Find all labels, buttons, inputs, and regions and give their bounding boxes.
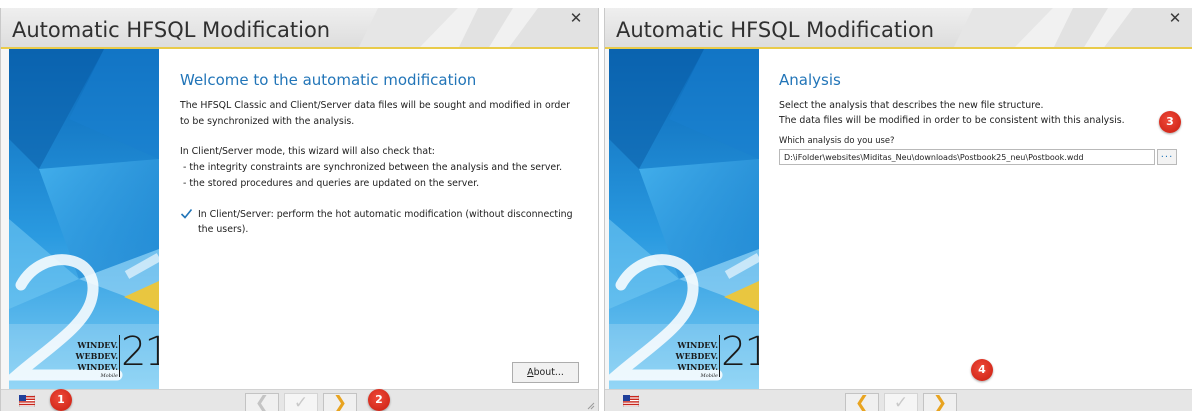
resize-grip-icon[interactable]	[587, 402, 595, 410]
product-wordmark: WINDEV. WEBDEV. WINDEV. Mobile	[658, 340, 718, 379]
checks-text: In Client/Server mode, this wizard will …	[180, 146, 563, 189]
product-wordmark: WINDEV. WEBDEV. WINDEV. Mobile	[58, 340, 118, 379]
windev-banner: WINDEV. WEBDEV. WINDEV. Mobile 21	[609, 49, 759, 389]
close-icon[interactable]: ✕	[1167, 10, 1183, 26]
brand-line-windev-mobile: WINDEV.	[77, 362, 118, 372]
chevron-right-icon: ❯	[332, 393, 348, 411]
brand-line-webdev: WEBDEV.	[75, 351, 118, 361]
brand-line-windev: WINDEV.	[77, 340, 118, 350]
navigation-bar: ❮ ✓ ❯	[1, 389, 598, 411]
window-title: Automatic HFSQL Modification	[616, 18, 935, 42]
title-bar: Automatic HFSQL Modification	[1, 8, 598, 49]
callout-badge-2: 2	[368, 389, 390, 411]
previous-button[interactable]: ❮	[245, 393, 279, 411]
page-heading: Welcome to the automatic modification	[180, 71, 477, 89]
wizard-window-welcome: Automatic HFSQL Modification ✕ WINDEV. W…	[0, 8, 599, 411]
navigation-bar: ❮ ✓ ❯	[605, 389, 1192, 411]
page-heading: Analysis	[779, 71, 841, 89]
brand-mobile: Mobile	[100, 373, 119, 379]
previous-button[interactable]: ❮	[845, 393, 879, 411]
brand-mobile: Mobile	[700, 373, 719, 379]
callout-badge-4: 4	[971, 359, 993, 381]
title-bar-decoration	[358, 8, 598, 49]
about-button[interactable]: About...	[512, 362, 579, 383]
finish-button[interactable]: ✓	[284, 393, 318, 411]
next-button[interactable]: ❯	[323, 393, 357, 411]
brand-line-webdev: WEBDEV.	[675, 351, 718, 361]
checkmark-icon: ✓	[293, 393, 309, 411]
next-button[interactable]: ❯	[923, 393, 957, 411]
brand-line-windev: WINDEV.	[677, 340, 718, 350]
title-bar: Automatic HFSQL Modification	[605, 8, 1192, 49]
about-label: bout...	[533, 367, 564, 378]
version-number: 21	[121, 329, 159, 375]
window-title: Automatic HFSQL Modification	[12, 18, 331, 42]
checkmark-icon	[180, 208, 193, 219]
analysis-description: Select the analysis that describes the n…	[779, 100, 1125, 126]
analysis-path-input[interactable]	[779, 149, 1155, 165]
browse-button[interactable]: ...	[1157, 149, 1177, 165]
brand-divider	[119, 335, 120, 377]
hot-modification-checkbox[interactable]	[180, 207, 193, 220]
callout-badge-1: 1	[50, 389, 72, 411]
analysis-field-label: Which analysis do you use?	[779, 135, 895, 145]
intro-text: The HFSQL Classic and Client/Server data…	[180, 100, 570, 127]
title-bar-decoration	[953, 8, 1192, 49]
brand-divider	[719, 335, 720, 377]
version-number: 21	[721, 329, 759, 375]
chevron-left-icon: ❮	[854, 393, 870, 411]
checkmark-icon: ✓	[893, 393, 909, 411]
language-flag-icon[interactable]	[623, 395, 639, 407]
chevron-right-icon: ❯	[932, 393, 948, 411]
finish-button[interactable]: ✓	[884, 393, 918, 411]
wizard-window-analysis: Automatic HFSQL Modification ✕ WINDEV. W…	[604, 8, 1192, 411]
callout-badge-3: 3	[1159, 111, 1181, 133]
language-flag-icon[interactable]	[19, 395, 35, 407]
hot-modification-label: In Client/Server: perform the hot automa…	[198, 209, 573, 235]
wizard-content: Welcome to the automatic modification Th…	[159, 49, 598, 389]
brand-line-windev-mobile: WINDEV.	[677, 362, 718, 372]
close-icon[interactable]: ✕	[568, 10, 584, 26]
windev-banner: WINDEV. WEBDEV. WINDEV. Mobile 21	[9, 49, 159, 389]
chevron-left-icon: ❮	[254, 393, 270, 411]
wizard-content: Analysis Select the analysis that descri…	[759, 49, 1192, 389]
